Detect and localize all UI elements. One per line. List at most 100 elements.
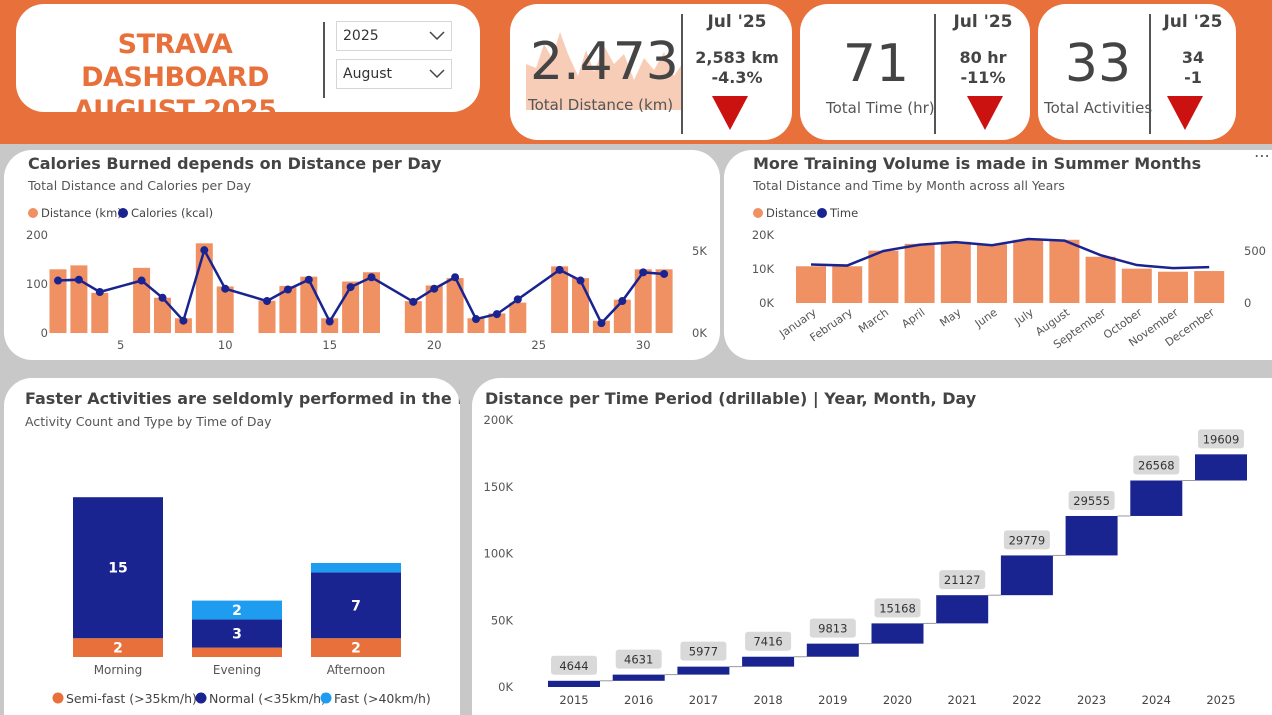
more-options-icon[interactable]: ⋯ (1254, 150, 1270, 165)
calories-point (325, 317, 334, 326)
distance-bar (91, 292, 109, 333)
x-tick-label: 25 (531, 338, 546, 352)
stacked-bar-segment (192, 647, 282, 657)
data-label: 19609 (1203, 432, 1240, 446)
kpi-distance-prev-value: 2,583 km (695, 48, 779, 67)
calories-point (158, 293, 167, 302)
kpi-time-prev-values: 80 hr -11% (936, 48, 1030, 88)
y-left-tick-label: 0 (41, 326, 48, 340)
calories-point (451, 273, 460, 282)
y-left-tick-label: 20K (752, 228, 775, 242)
monthly-chart-card: More Training Volume is made in Summer M… (724, 150, 1272, 360)
y-right-tick-label: 5K (692, 244, 707, 258)
distance-bar (551, 266, 569, 333)
down-arrow-icon (967, 96, 1003, 130)
x-tick-label: Afternoon (327, 663, 386, 677)
legend-marker-calories (118, 208, 128, 218)
calories-point (346, 283, 355, 292)
year-select-value: 2025 (343, 28, 379, 44)
chevron-down-icon (429, 69, 445, 79)
calories-point (660, 269, 669, 278)
title-card: STRAVA DASHBOARD AUGUST 2025 2025 August (16, 4, 480, 112)
x-tick-label: 10 (218, 338, 233, 352)
y-tick-label: 100K (484, 547, 514, 561)
distance-bar (258, 300, 276, 333)
distance-bar (832, 266, 863, 303)
legend-label-distance: Distance (766, 206, 816, 220)
data-label: 29779 (1009, 533, 1046, 547)
x-tick-label: Evening (213, 663, 261, 677)
x-tick-label: 2025 (1206, 693, 1235, 707)
waterfall-bar (548, 680, 600, 687)
data-label: 5977 (689, 645, 718, 659)
data-label: 7416 (753, 635, 782, 649)
distance-bar (216, 286, 234, 333)
calories-point (200, 246, 209, 255)
waterfall-bar (1000, 555, 1053, 596)
waterfall-bar (806, 643, 859, 657)
calories-point (263, 297, 271, 306)
distance-bar (904, 243, 935, 303)
distance-bar (1013, 239, 1044, 303)
waterfall-bar (936, 595, 989, 624)
x-tick-label: 5 (117, 338, 124, 352)
chevron-down-icon (429, 31, 445, 41)
kpi-distance-label: Total Distance (km) (528, 96, 674, 114)
kpi-activities-prev-values: 34 -1 (1150, 48, 1236, 88)
data-label: 15168 (879, 601, 916, 615)
legend-marker-distance (753, 208, 763, 218)
bar-data-label: 7 (351, 598, 361, 614)
calories-point (618, 297, 627, 306)
y-right-tick-label: 500 (1244, 244, 1266, 258)
distance-bar (868, 250, 899, 303)
x-tick-label: 2018 (753, 693, 782, 707)
y-right-tick-label: 0K (692, 326, 707, 340)
legend-marker-time (817, 208, 827, 218)
kpi-distance-prev-period: Jul '25 (707, 12, 767, 32)
data-label: 21127 (944, 573, 981, 587)
calories-point (639, 268, 648, 277)
x-tick-label: 2023 (1077, 693, 1106, 707)
bar-data-label: 2 (113, 641, 123, 657)
distance-bar (404, 301, 422, 333)
kpi-activities-prev-period: Jul '25 (1163, 12, 1223, 32)
x-tick-label: 2015 (559, 693, 588, 707)
calories-point (74, 275, 83, 284)
kpi-activities-prev-value: 34 (1181, 48, 1205, 67)
waterfall-bar (1065, 515, 1118, 556)
calories-point (304, 275, 313, 284)
x-tick-label: March (856, 306, 891, 336)
month-select-value: August (343, 66, 392, 82)
calories-point (137, 276, 146, 285)
distance-bar (509, 302, 527, 333)
x-tick-label: May (937, 306, 963, 330)
x-tick-label: 20 (427, 338, 442, 352)
calories-point (367, 273, 376, 282)
calories-point (576, 276, 585, 285)
distance-bar (1194, 271, 1225, 303)
bar-data-label: 3 (232, 627, 242, 643)
calories-point (54, 276, 62, 285)
year-select[interactable]: 2025 (336, 21, 452, 51)
y-left-tick-label: 0K (759, 296, 774, 310)
data-label: 4644 (559, 659, 588, 673)
data-label: 4631 (624, 653, 653, 667)
kpi-distance-value: 2.473 (530, 32, 679, 92)
distance-bar (940, 241, 971, 303)
down-arrow-icon (1167, 96, 1203, 130)
x-tick-label: 2021 (948, 693, 977, 707)
x-tick-label: Morning (94, 663, 143, 677)
waterfall-bar (1130, 480, 1183, 516)
legend-label-calories: Calories (kcal) (131, 206, 213, 220)
y-tick-label: 50K (491, 613, 514, 627)
legend-label-distance: Distance (km) (41, 206, 122, 220)
distance-bar (70, 265, 88, 333)
x-tick-label: 2019 (818, 693, 847, 707)
x-tick-label: July (1011, 306, 1036, 329)
x-tick-label: 30 (636, 338, 651, 352)
legend-label: Normal (<35km/h) (209, 691, 326, 706)
title-line-2: AUGUST 2025 (73, 95, 278, 112)
month-select[interactable]: August (336, 59, 452, 89)
x-tick-label: June (972, 306, 1000, 331)
title-line-1: STRAVA DASHBOARD (81, 29, 269, 93)
